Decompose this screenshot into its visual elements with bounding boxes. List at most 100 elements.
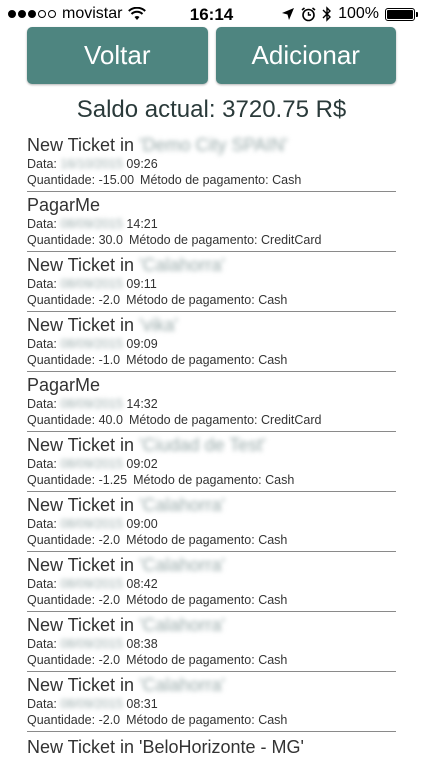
- list-item[interactable]: PagarMe Data: 08/09/2015 14:32 Quantidade:…: [27, 372, 396, 432]
- item-date: 08/09/2015: [60, 577, 123, 591]
- item-date-line: Data: 08/09/2015 09:02: [27, 456, 396, 472]
- item-date: 08/09/2015: [60, 697, 123, 711]
- item-date: 08/09/2015: [60, 397, 123, 411]
- list-item[interactable]: New Ticket in 'Calahorra' Data: 08/09/201…: [27, 552, 396, 612]
- item-time: 09:11: [126, 277, 157, 291]
- date-label: Data:: [27, 697, 57, 711]
- item-title-text: New Ticket in: [27, 615, 135, 635]
- quantity-label: Quantidade:: [27, 473, 96, 487]
- date-label: Data:: [27, 637, 57, 651]
- item-method: Cash: [258, 533, 288, 547]
- item-title-text: New Ticket in: [27, 435, 135, 455]
- status-left: movistar: [8, 5, 147, 23]
- method-label: Método de pagamento:: [126, 593, 255, 607]
- item-date: 08/09/2015: [60, 637, 123, 651]
- item-quantity: -2.0: [98, 293, 121, 307]
- action-buttons: Voltar Adicionar: [0, 27, 423, 84]
- item-detail-line: Quantidade: -1.25 Método de pagamento: Ca…: [27, 472, 396, 488]
- item-method: Cash: [265, 473, 295, 487]
- status-right: 100%: [281, 5, 418, 23]
- item-place: 'Calahorra': [139, 675, 225, 695]
- quantity-label: Quantidade:: [27, 413, 96, 427]
- status-bar: movistar 16:14 100%: [0, 0, 423, 28]
- battery-icon: [385, 7, 418, 21]
- wifi-icon: [128, 7, 147, 20]
- item-quantity: -1.0: [98, 353, 121, 367]
- list-item[interactable]: New Ticket in 'Calahorra' Data: 08/09/201…: [27, 612, 396, 672]
- add-button[interactable]: Adicionar: [215, 27, 396, 84]
- item-detail-line: Quantidade: 30.0 Método de pagamento: Cre…: [27, 232, 396, 248]
- bluetooth-icon: [322, 6, 332, 22]
- back-button[interactable]: Voltar: [27, 27, 208, 84]
- list-item[interactable]: New Ticket in 'Demo City SPAIN' Data: 16/…: [27, 132, 396, 192]
- item-quantity: -1.25: [98, 473, 128, 487]
- cutoff-list-item[interactable]: New Ticket in 'BeloHorizonte - MG': [27, 732, 396, 758]
- item-method: Cash: [258, 353, 288, 367]
- balance-text: Saldo actual: 3720.75 R$: [76, 96, 347, 123]
- method-label: Método de pagamento:: [126, 293, 255, 307]
- item-quantity: -2.0: [98, 593, 121, 607]
- item-time: 09:09: [126, 337, 158, 351]
- battery-percentage: 100%: [338, 5, 379, 22]
- item-date: 08/09/2015: [60, 337, 123, 351]
- item-quantity: -2.0: [98, 713, 121, 727]
- item-time: 09:26: [126, 157, 158, 171]
- item-place: 'Calahorra': [139, 615, 225, 635]
- list-item[interactable]: PagarMe Data: 08/09/2015 14:21 Quantidade:…: [27, 192, 396, 252]
- item-detail-line: Quantidade: -2.0 Método de pagamento: Cas…: [27, 592, 396, 608]
- method-label: Método de pagamento:: [126, 713, 255, 727]
- list-item[interactable]: New Ticket in 'vika' Data: 08/09/2015 09:…: [27, 312, 396, 372]
- date-label: Data:: [27, 337, 57, 351]
- date-label: Data:: [27, 277, 57, 291]
- quantity-label: Quantidade:: [27, 653, 96, 667]
- item-date: 16/10/2015: [60, 157, 123, 171]
- item-detail-line: Quantidade: 40.0 Método de pagamento: Cre…: [27, 412, 396, 428]
- transaction-list[interactable]: New Ticket in 'Demo City SPAIN' Data: 16/…: [0, 132, 423, 758]
- item-date-line: Data: 08/09/2015 14:32: [27, 396, 396, 412]
- item-title-text: PagarMe: [27, 195, 101, 215]
- item-date-line: Data: 08/09/2015 09:11: [27, 276, 396, 292]
- item-date-line: Data: 08/09/2015 08:38: [27, 636, 396, 652]
- item-title: New Ticket in 'Calahorra': [27, 554, 396, 576]
- item-time: 14:32: [126, 397, 158, 411]
- item-time: 14:21: [126, 217, 158, 231]
- item-title-text: New Ticket in: [27, 315, 135, 335]
- date-label: Data:: [27, 397, 57, 411]
- list-item[interactable]: New Ticket in 'Calahorra' Data: 08/09/201…: [27, 492, 396, 552]
- item-date: 08/09/2015: [60, 217, 123, 231]
- alarm-icon: [301, 6, 316, 21]
- item-date-line: Data: 08/09/2015 14:21: [27, 216, 396, 232]
- item-detail-line: Quantidade: -2.0 Método de pagamento: Cas…: [27, 292, 396, 308]
- item-method: CreditCard: [261, 233, 322, 247]
- item-date: 08/09/2015: [60, 457, 123, 471]
- item-method: CreditCard: [261, 413, 322, 427]
- item-title: New Ticket in 'Calahorra': [27, 494, 396, 516]
- location-arrow-icon: [282, 8, 295, 20]
- date-label: Data:: [27, 577, 57, 591]
- item-title: PagarMe: [27, 194, 396, 216]
- carrier-name: movistar: [62, 5, 123, 22]
- list-item[interactable]: New Ticket in 'Calahorra' Data: 08/09/201…: [27, 672, 396, 732]
- item-title: New Ticket in 'Demo City SPAIN': [27, 134, 396, 156]
- item-quantity: 30.0: [98, 233, 123, 247]
- method-label: Método de pagamento:: [128, 413, 258, 427]
- item-place: 'Calahorra': [139, 255, 225, 275]
- list-item[interactable]: New Ticket in 'Ciudad de Test' Data: 08/0…: [27, 432, 396, 492]
- item-date: 08/09/2015: [60, 517, 123, 531]
- date-label: Data:: [27, 457, 57, 471]
- method-label: Método de pagamento:: [126, 653, 255, 667]
- quantity-label: Quantidade:: [27, 713, 96, 727]
- item-method: Cash: [258, 293, 288, 307]
- item-date-line: Data: 08/09/2015 09:00: [27, 516, 396, 532]
- item-place: 'vika': [139, 315, 178, 335]
- item-detail-line: Quantidade: -2.0 Método de pagamento: Cas…: [27, 712, 396, 728]
- item-title-text: New Ticket in: [27, 675, 135, 695]
- item-title-text: New Ticket in: [27, 255, 135, 275]
- item-time: 08:42: [126, 577, 158, 591]
- list-item[interactable]: New Ticket in 'Calahorra' Data: 08/09/201…: [27, 252, 396, 312]
- item-time: 09:00: [126, 517, 158, 531]
- item-title-text: PagarMe: [27, 375, 101, 395]
- item-time: 09:02: [126, 457, 158, 471]
- item-date-line: Data: 08/09/2015 09:09: [27, 336, 396, 352]
- item-detail-line: Quantidade: -1.0 Método de pagamento: Cas…: [27, 352, 396, 368]
